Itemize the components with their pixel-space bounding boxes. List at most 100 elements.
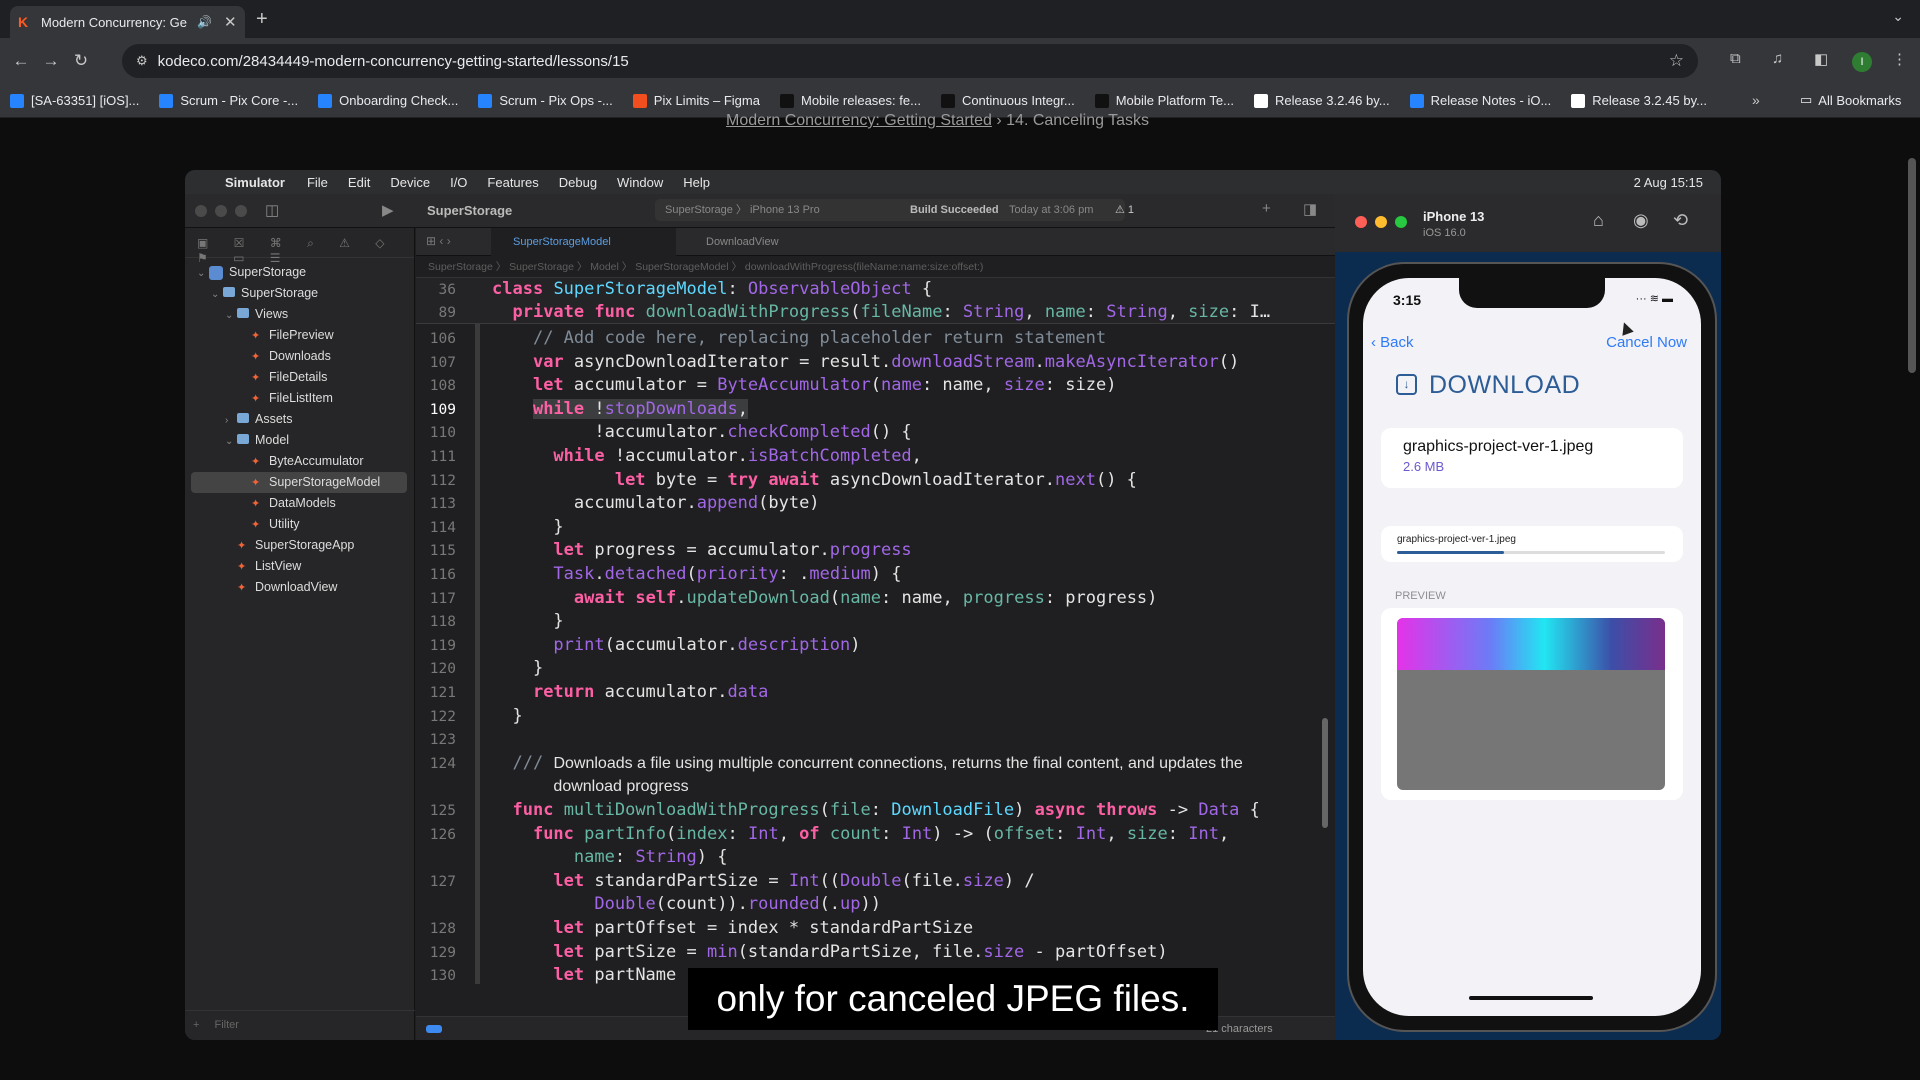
bookmark-item[interactable]: Release Notes - iO... [1409, 93, 1551, 108]
all-bookmarks-button[interactable]: ▭ All Bookmarks [1800, 92, 1901, 108]
menu-item[interactable]: File [307, 175, 328, 190]
code-line[interactable]: 110 !accumulator.checkCompleted() { [416, 421, 1335, 444]
minimize-light[interactable] [215, 205, 227, 217]
bookmark-item[interactable]: [SA-63351] [iOS]... [10, 93, 139, 108]
menu-item[interactable]: Edit [348, 175, 370, 190]
code-line[interactable]: 36 class SuperStorageModel: ObservableObj… [416, 278, 1335, 301]
navigator-item[interactable]: ✦ FileListItem [185, 388, 415, 409]
code-line[interactable]: 106 // Add code here, replacing placehol… [416, 327, 1335, 350]
page-scrollbar[interactable] [1908, 158, 1916, 373]
code-line[interactable]: 127 let standardPartSize = Int((Double(f… [416, 870, 1335, 893]
home-icon[interactable]: ⌂ [1593, 210, 1604, 231]
minimize-light[interactable] [1375, 216, 1387, 228]
bookmark-item[interactable]: Scrum - Pix Ops -... [478, 93, 613, 108]
zoom-light[interactable] [1395, 216, 1407, 228]
navigator-item[interactable]: ✦ Downloads [185, 346, 415, 367]
menu-item[interactable]: Simulator [225, 175, 285, 190]
add-icon[interactable]: + [1262, 200, 1271, 217]
forward-arrow-icon[interactable]: → [36, 51, 66, 71]
media-icon[interactable]: ♫ [1772, 50, 1783, 67]
disclosure-chevron-icon[interactable]: ⌄ [197, 263, 209, 284]
more-bookmarks-icon[interactable]: » [1752, 92, 1760, 108]
menu-item[interactable]: Window [617, 175, 663, 190]
reload-icon[interactable]: ↻ [66, 51, 96, 71]
code-line[interactable]: 109 while !stopDownloads, [416, 398, 1335, 421]
back-button[interactable]: ‹ Back [1371, 334, 1414, 351]
side-panel-icon[interactable]: ◧ [1814, 50, 1828, 68]
code-line[interactable]: download progress [416, 775, 1335, 798]
navigator-item[interactable]: ✦ SuperStorageModel [191, 472, 407, 493]
code-line[interactable]: 112 let byte = try await asyncDownloadIt… [416, 469, 1335, 492]
code-line[interactable]: 117 await self.updateDownload(name: name… [416, 587, 1335, 610]
breadcrumb-course-link[interactable]: Modern Concurrency: Getting Started [726, 112, 992, 129]
code-line[interactable]: 122 } [416, 705, 1335, 728]
tab-search-button[interactable]: ⌄ [1892, 8, 1904, 25]
code-line[interactable]: 124 /// Downloads a file using multiple … [416, 752, 1335, 775]
jump-bar[interactable]: SuperStorage 〉 SuperStorage 〉 Model 〉 Su… [416, 256, 1335, 278]
editor-scrollbar[interactable] [1322, 718, 1328, 828]
bookmark-item[interactable]: Release 3.2.45 by... [1571, 93, 1707, 108]
code-line[interactable]: 128 let partOffset = index * standardPar… [416, 917, 1335, 940]
navigator-item[interactable]: ✦ SuperStorageApp [185, 535, 415, 556]
filter-input[interactable]: Filter [215, 1019, 239, 1031]
navigator-item[interactable]: ⌄ Model [185, 430, 415, 451]
tab-downloadview[interactable]: DownloadView [681, 228, 779, 256]
zoom-light[interactable] [235, 205, 247, 217]
run-button-icon[interactable]: ▶ [382, 201, 394, 219]
code-line[interactable]: 115 let progress = accumulator.progress [416, 539, 1335, 562]
navigator-item[interactable]: ✦ FilePreview [185, 325, 415, 346]
code-line[interactable]: 108 let accumulator = ByteAccumulator(na… [416, 374, 1335, 397]
bookmark-star-icon[interactable]: ☆ [1669, 51, 1684, 71]
navigator-item[interactable]: ✦ ListView [185, 556, 415, 577]
code-line[interactable]: 111 while !accumulator.isBatchCompleted, [416, 445, 1335, 468]
audio-icon[interactable]: 🔊 [197, 15, 212, 29]
warning-count[interactable]: ⚠ 1 [1115, 203, 1134, 216]
inspector-toggle-icon[interactable]: ◨ [1303, 200, 1317, 218]
bookmark-item[interactable]: Mobile releases: fe... [779, 93, 921, 108]
profile-avatar[interactable]: I [1852, 52, 1872, 72]
navigator-item[interactable]: ⌄ SuperStorage [185, 283, 415, 304]
navigator-item[interactable]: ✦ ByteAccumulator [185, 451, 415, 472]
code-lines[interactable]: 106 // Add code here, replacing placehol… [416, 324, 1335, 1014]
menu-item[interactable]: Features [487, 175, 538, 190]
disclosure-chevron-icon[interactable]: ⌄ [225, 431, 237, 452]
menu-item[interactable]: I/O [450, 175, 467, 190]
bookmark-item[interactable]: Release 3.2.46 by... [1253, 93, 1390, 108]
bookmark-item[interactable]: Continuous Integr... [940, 93, 1075, 108]
rotate-icon[interactable]: ⟲ [1673, 210, 1688, 231]
menu-kebab-icon[interactable]: ⋮ [1892, 50, 1907, 68]
cancel-now-button[interactable]: Cancel Now [1606, 334, 1687, 351]
navigator-item[interactable]: ⌄ Views [185, 304, 415, 325]
code-line[interactable]: 123 [416, 728, 1335, 751]
back-arrow-icon[interactable]: ← [6, 51, 36, 71]
navigator-item[interactable]: ✦ DataModels [185, 493, 415, 514]
close-light[interactable] [1355, 216, 1367, 228]
navigator-tabs[interactable]: ▣ ☒ ⌘ ⌕ ⚠ ◇ ⚑ ▭ ☰ [185, 228, 414, 265]
extensions-icon[interactable]: ⧉ [1730, 50, 1741, 67]
navigator-item[interactable]: ✦ Utility [185, 514, 415, 535]
navigator-item[interactable]: ✦ FileDetails [185, 367, 415, 388]
site-info-icon[interactable]: ⚙ [136, 53, 148, 69]
menu-item[interactable]: Debug [559, 175, 597, 190]
disclosure-chevron-icon[interactable]: › [225, 410, 237, 431]
code-line[interactable]: 129 let partSize = min(standardPartSize,… [416, 941, 1335, 964]
add-file-icon[interactable]: + [193, 1019, 199, 1031]
breakpoint-toggle[interactable] [426, 1025, 442, 1033]
bookmark-item[interactable]: Onboarding Check... [318, 93, 458, 108]
code-line[interactable]: name: String) { [416, 846, 1335, 869]
code-line[interactable]: 119 print(accumulator.description) [416, 634, 1335, 657]
scheme-status[interactable]: SuperStorage 〉 iPhone 13 Pro Build Succe… [655, 199, 1125, 221]
code-line[interactable]: 114 } [416, 516, 1335, 539]
address-bar[interactable]: ⚙ kodeco.com/28434449-modern-concurrency… [122, 44, 1698, 78]
code-line[interactable]: Double(count)).rounded(.up)) [416, 893, 1335, 916]
browser-tab[interactable]: K Modern Concurrency: Ge 🔊 ✕ [10, 6, 245, 38]
screenshot-icon[interactable]: ◉ [1633, 210, 1649, 231]
new-tab-button[interactable]: + [256, 8, 268, 31]
grid-icon[interactable]: ⊞ ‹ › [426, 234, 451, 248]
close-light[interactable] [195, 205, 207, 217]
code-line[interactable]: 126 func partInfo(index: Int, of count: … [416, 823, 1335, 846]
code-line[interactable]: 121 return accumulator.data [416, 681, 1335, 704]
menu-item[interactable]: Help [683, 175, 710, 190]
bookmark-item[interactable]: Mobile Platform Te... [1094, 93, 1234, 108]
navigator-item[interactable]: › Assets [185, 409, 415, 430]
